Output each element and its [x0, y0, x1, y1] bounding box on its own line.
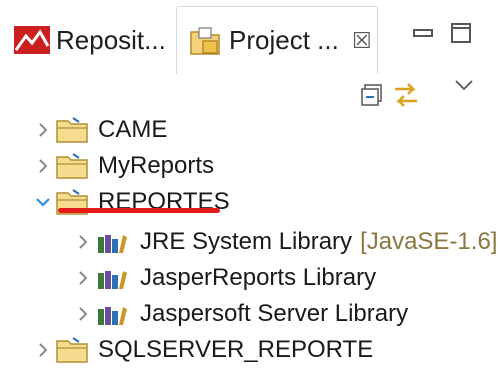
collapse-all-icon: [361, 84, 382, 106]
tree-item[interactable]: JRE System Library [JavaSE-1.6]: [0, 222, 498, 262]
repository-explorer-icon: [12, 24, 52, 56]
chevron-right-icon[interactable]: [32, 155, 54, 177]
view-tab-bar: Reposit... Project ... ☒: [0, 0, 498, 81]
tab-project-explorer[interactable]: Project ... ☒: [176, 6, 378, 74]
tree-item-label: JRE System Library: [140, 228, 353, 255]
tree-item[interactable]: CAME: [0, 110, 498, 150]
tree-item-label: Jaspersoft Server Library: [140, 300, 409, 327]
tree-item[interactable]: Jaspersoft Server Library: [0, 294, 498, 334]
chevron-down-icon: [455, 80, 473, 91]
chevron-right-icon[interactable]: [72, 303, 94, 325]
chevron-right-icon[interactable]: [32, 339, 54, 361]
library-decoration: [JavaSE-1.6]: [360, 228, 498, 255]
chevron-right-icon[interactable]: [32, 119, 54, 141]
project-folder-icon: [54, 151, 90, 181]
project-folder-icon: [54, 115, 90, 145]
chevron-right-icon[interactable]: [72, 231, 94, 253]
tree-item-selected[interactable]: REPORTES: [0, 182, 498, 222]
chevron-right-icon[interactable]: [72, 267, 94, 289]
view-menu-button[interactable]: [444, 68, 484, 102]
library-icon: [94, 263, 130, 293]
tree-item-label: CAME: [98, 116, 168, 143]
tree-item[interactable]: MyReports: [0, 146, 498, 186]
annotation-underline: [58, 208, 220, 213]
link-with-editor-button[interactable]: [386, 78, 426, 112]
tree-item-label: JasperReports Library: [140, 264, 377, 291]
link-with-editor-icon: [395, 83, 417, 107]
library-icon: [94, 299, 130, 329]
chevron-down-icon[interactable]: [32, 191, 54, 213]
maximize-button[interactable]: [448, 18, 474, 48]
tree-item-label: MyReports: [98, 152, 215, 179]
library-icon: [94, 227, 130, 257]
minimize-button[interactable]: [410, 18, 436, 48]
tab-label: Reposit...: [56, 24, 166, 55]
project-explorer-icon: [185, 25, 225, 57]
minimize-icon: [413, 29, 433, 37]
tree-item[interactable]: SQLSERVER_REPORTE: [0, 330, 498, 369]
tab-label: Project ...: [229, 25, 339, 55]
tab-repository-explorer[interactable]: Reposit...: [4, 6, 174, 74]
tree-item-label: SQLSERVER_REPORTE: [98, 336, 374, 363]
maximize-icon: [451, 23, 471, 43]
close-icon[interactable]: ☒: [351, 28, 373, 54]
tree-item[interactable]: JasperReports Library: [0, 258, 498, 298]
project-folder-icon: [54, 335, 90, 365]
